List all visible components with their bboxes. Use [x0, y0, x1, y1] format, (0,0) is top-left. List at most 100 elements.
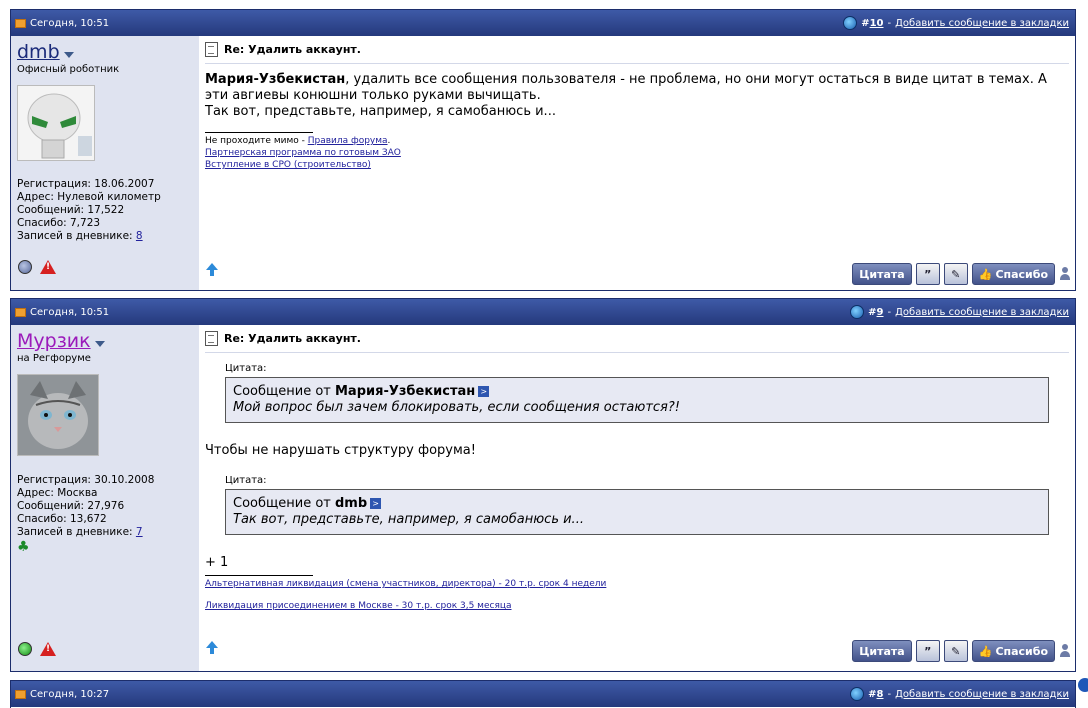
thumbs-up-icon: 👍 — [978, 644, 993, 658]
thanks-button[interactable]: 👍 Спасибо — [971, 640, 1055, 662]
user-stats: Регистрация: 30.10.2008 Адрес: Москва Со… — [17, 474, 154, 554]
post-number-link[interactable]: 10 — [870, 18, 884, 29]
post-header: Сегодня, 10:51 #10 - Добавить сообщение … — [11, 10, 1075, 36]
bookmark-link[interactable]: Добавить сообщение в закладки — [895, 307, 1069, 318]
post-content: Re: Удалить аккаунт. Цитата: Сообщение о… — [199, 325, 1075, 671]
quote-button[interactable]: Цитата — [852, 640, 912, 662]
quote-block: Цитата: Сообщение от Мария-Узбекистан > М… — [225, 363, 1049, 423]
bookmark-link[interactable]: Добавить сообщение в закладки — [895, 18, 1069, 29]
thanked-users-icon[interactable] — [1059, 267, 1071, 281]
post-count: Сообщений: 17,522 — [17, 204, 125, 216]
post-actions: Цитата ” ✎ 👍 Спасибо — [852, 640, 1071, 662]
quote-label: Цитата: — [225, 475, 267, 486]
bookmark-link[interactable]: Добавить сообщение в закладки — [895, 689, 1069, 700]
registration-date: Регистрация: 18.06.2007 — [17, 178, 155, 190]
post-actions: Цитата ” ✎ 👍 Спасибо — [852, 263, 1071, 285]
post-date-text: Сегодня, 10:51 — [30, 307, 110, 318]
user-address: Адрес: Москва — [17, 487, 98, 499]
report-warning-icon[interactable] — [40, 642, 56, 656]
post-header-right: #8 - Добавить сообщение в закладки — [850, 687, 1069, 701]
signature: Не проходите мимо - Правила форума. Парт… — [205, 136, 401, 170]
post-10: Сегодня, 10:51 #10 - Добавить сообщение … — [10, 9, 1076, 291]
post-message: Мария-Узбекистан, удалить все сообщения … — [205, 72, 1069, 120]
user-title: Офисный роботник — [17, 64, 120, 75]
signature-divider — [205, 575, 313, 576]
user-menu-arrow-icon[interactable] — [63, 52, 74, 58]
user-menu-arrow-icon[interactable] — [94, 341, 105, 347]
diary-link[interactable]: 7 — [136, 526, 143, 538]
quote-text: Мой вопрос был зачем блокировать, если с… — [233, 400, 680, 415]
quote-author: dmb — [334, 496, 368, 511]
quote-block: Цитата: Сообщение от dmb > Так вот, предс… — [225, 475, 1049, 535]
document-icon — [205, 42, 218, 57]
post-header-right: #9 - Добавить сообщение в закладки — [850, 305, 1069, 319]
username-link[interactable]: dmb — [17, 41, 60, 63]
sro-link[interactable]: Вступление в СРО (строительство) — [205, 160, 371, 170]
post-title-text: Re: Удалить аккаунт. — [224, 332, 361, 345]
thanks-button[interactable]: 👍 Спасибо — [971, 263, 1055, 285]
globe-icon[interactable] — [850, 687, 865, 701]
document-icon — [205, 331, 218, 346]
quote-button[interactable]: Цитата — [852, 263, 912, 285]
thanked-users-icon[interactable] — [1059, 644, 1071, 658]
up-arrow-icon[interactable] — [206, 641, 218, 654]
edit-icon[interactable]: ✎ — [943, 640, 968, 662]
separator: - — [887, 688, 892, 700]
post-number-link[interactable]: 8 — [877, 689, 884, 700]
signature-divider — [205, 132, 313, 133]
up-arrow-icon[interactable] — [206, 263, 218, 276]
reply-text: Чтобы не нарушать структуру форума! — [205, 443, 476, 458]
clover-icon: ♣ — [17, 539, 30, 555]
signature: Альтернативная ликвидация (смена участни… — [205, 578, 1069, 612]
user-title: на Регфоруме — [17, 353, 91, 364]
post-number-link[interactable]: 9 — [877, 307, 884, 318]
plus-one-text: + 1 — [205, 555, 229, 570]
separator: - — [887, 17, 892, 29]
post-title-text: Re: Удалить аккаунт. — [224, 43, 361, 56]
user-address: Адрес: Нулевой километр — [17, 191, 161, 203]
globe-icon[interactable] — [850, 305, 865, 319]
partner-program-link[interactable]: Партнерская программа по готовым ЗАО — [205, 148, 401, 158]
post-title: Re: Удалить аккаунт. — [205, 331, 1069, 353]
quote-label: Цитата: — [225, 363, 267, 374]
post-header-right: #10 - Добавить сообщение в закладки — [843, 16, 1069, 30]
quote-text: Так вот, представьте, например, я самоба… — [233, 512, 584, 527]
diary-link[interactable]: 8 — [136, 230, 143, 242]
post-number[interactable]: #8 — [868, 689, 883, 700]
sig-text: Не проходите мимо - — [205, 136, 308, 146]
globe-icon[interactable] — [843, 16, 858, 30]
post-8: Сегодня, 10:27 #8 - Добавить сообщение в… — [10, 680, 1076, 708]
thanks-count: Спасибо: 7,723 — [17, 217, 101, 229]
scroll-indicator-icon[interactable] — [1078, 678, 1088, 692]
post-number[interactable]: #9 — [868, 307, 883, 318]
avatar[interactable] — [17, 85, 95, 161]
post-title: Re: Удалить аккаунт. — [205, 42, 1069, 64]
forum-rules-link[interactable]: Правила форума — [308, 136, 388, 146]
user-stats: Регистрация: 18.06.2007 Адрес: Нулевой к… — [17, 178, 161, 243]
liquidation-alt-link[interactable]: Альтернативная ликвидация (смена участни… — [205, 579, 606, 589]
post-date: Сегодня, 10:51 — [15, 18, 109, 29]
folder-icon — [15, 690, 26, 699]
post-date: Сегодня, 10:27 — [15, 689, 109, 700]
user-status — [18, 260, 56, 274]
post-date: Сегодня, 10:51 — [15, 307, 109, 318]
folder-icon — [15, 19, 26, 28]
user-status — [18, 642, 56, 656]
view-post-arrow-icon[interactable]: > — [370, 498, 382, 509]
post-9: Сегодня, 10:51 #9 - Добавить сообщение в… — [10, 298, 1076, 672]
avatar[interactable] — [17, 374, 99, 456]
report-warning-icon[interactable] — [40, 260, 56, 274]
username-link[interactable]: Мурзик — [17, 330, 91, 352]
liquidation-merge-link[interactable]: Ликвидация присоединением в Москве - 30 … — [205, 601, 512, 611]
quote-author: Мария-Узбекистан — [334, 384, 476, 399]
separator: - — [887, 306, 892, 318]
post-number[interactable]: #10 — [861, 18, 883, 29]
edit-icon[interactable]: ✎ — [943, 263, 968, 285]
diary-entries: Записей в дневнике: 7 — [17, 526, 143, 538]
post-header: Сегодня, 10:51 #9 - Добавить сообщение в… — [11, 299, 1075, 325]
user-info-panel: Мурзик на Регфоруме Регистрация: 30.10.2… — [11, 325, 199, 671]
mentioned-user: Мария-Узбекистан — [205, 72, 346, 87]
view-post-arrow-icon[interactable]: > — [478, 386, 490, 397]
multiquote-icon[interactable]: ” — [915, 640, 940, 662]
multiquote-icon[interactable]: ” — [915, 263, 940, 285]
